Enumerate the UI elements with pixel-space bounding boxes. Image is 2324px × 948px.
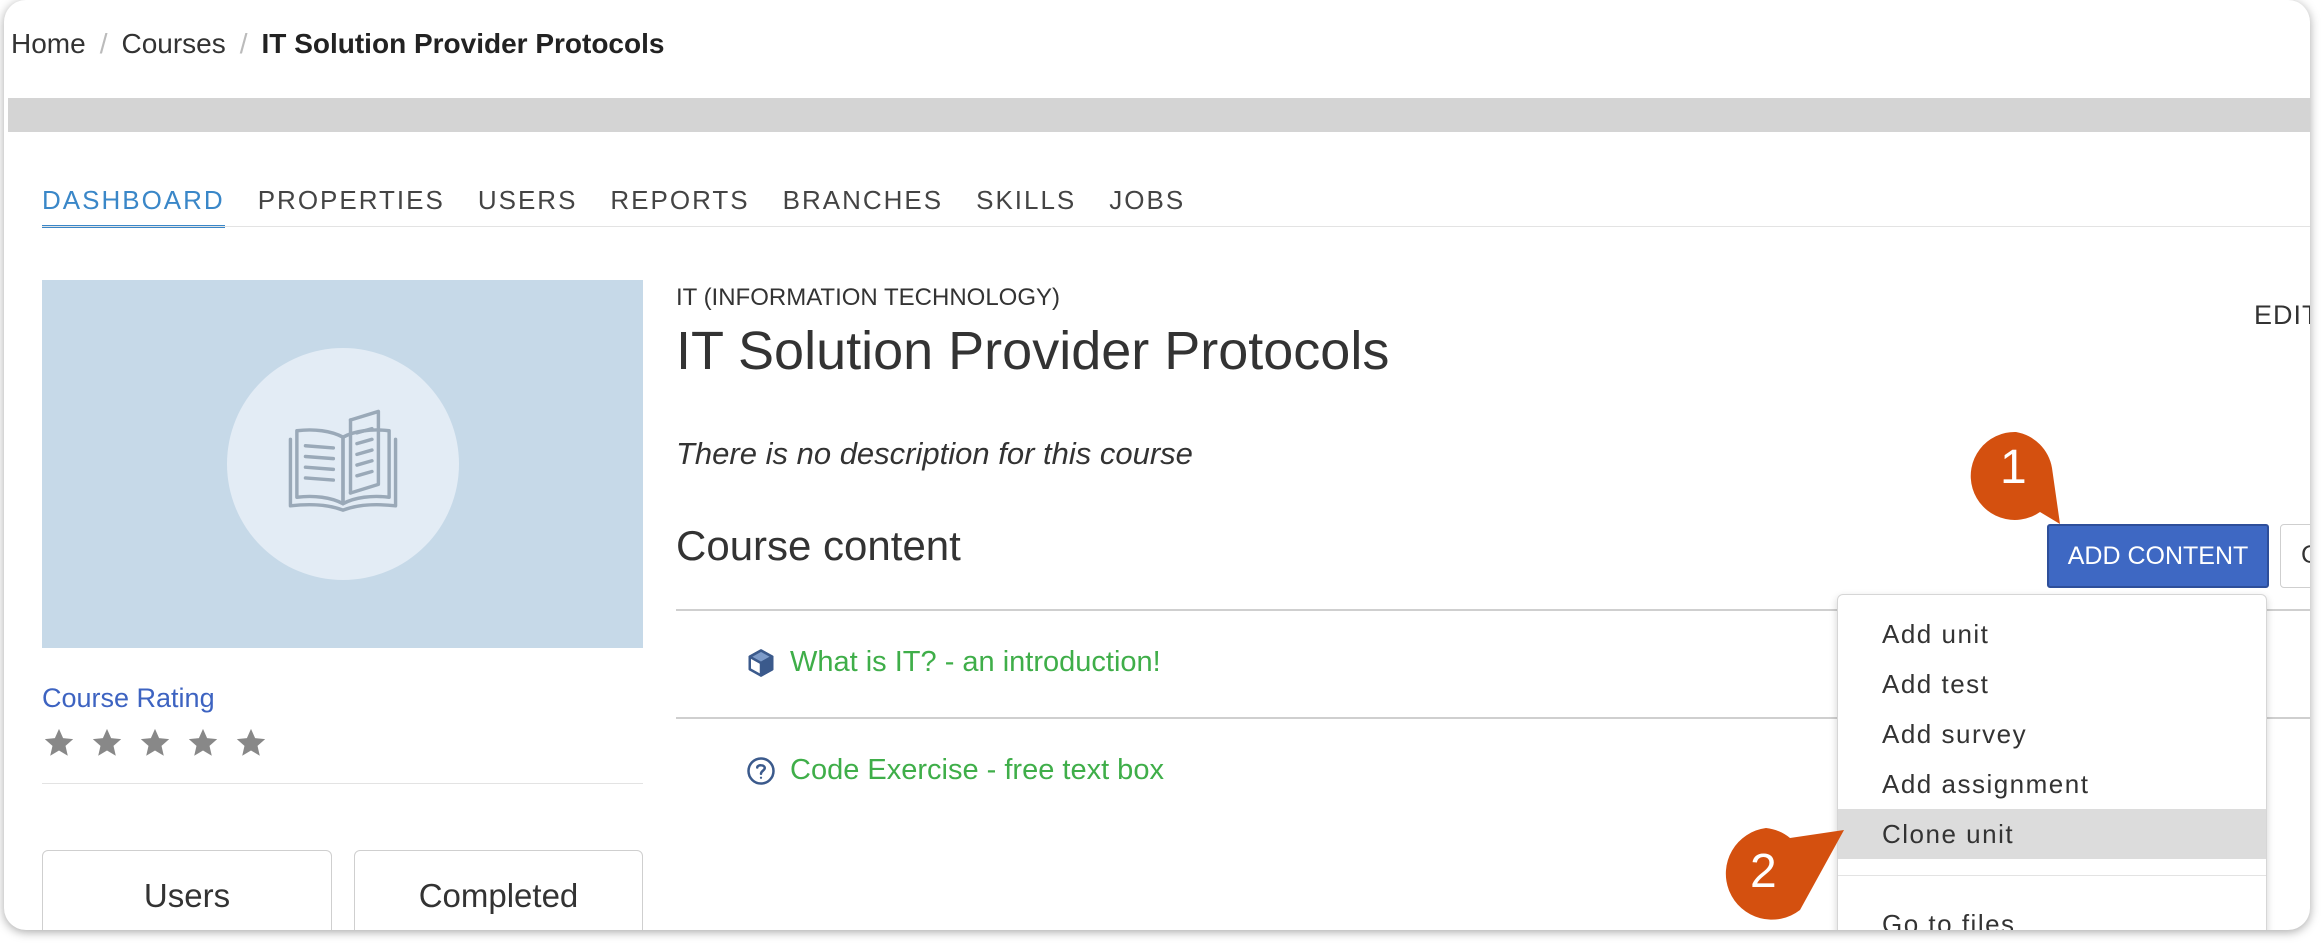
- course-title: IT Solution Provider Protocols: [676, 321, 1390, 381]
- tab-skills[interactable]: SKILLS: [976, 180, 1076, 228]
- callout-bubble-icon: [1725, 828, 1844, 920]
- course-thumbnail[interactable]: [42, 280, 643, 648]
- step-callout-2: 2: [1716, 824, 1856, 924]
- thumbnail-circle: [227, 348, 459, 580]
- cube-icon: [748, 648, 774, 677]
- tab-reports[interactable]: REPORTS: [610, 180, 749, 228]
- tabs-divider: [42, 226, 2310, 227]
- secondary-action-button[interactable]: C: [2280, 524, 2310, 588]
- menu-item-clone-unit[interactable]: Clone unit: [1838, 809, 2266, 859]
- tab-users[interactable]: USERS: [478, 180, 578, 228]
- breadcrumb-current: IT Solution Provider Protocols: [261, 28, 665, 59]
- breadcrumb: Home / Courses / IT Solution Provider Pr…: [11, 24, 664, 64]
- open-book-icon: [288, 409, 398, 512]
- star-icon[interactable]: [186, 726, 220, 760]
- breadcrumb-home[interactable]: Home: [11, 28, 86, 60]
- step-callout-1: 1: [1968, 428, 2078, 528]
- menu-item-go-to-files[interactable]: Go to files: [1838, 899, 2266, 930]
- menu-item-add-unit[interactable]: Add unit: [1838, 609, 2266, 659]
- header-divider-bar: [8, 98, 2310, 132]
- users-stat-label: Users: [143, 877, 231, 914]
- course-description: There is no description for this course: [676, 436, 1193, 471]
- completed-stat-label: Completed: [418, 877, 579, 914]
- menu-item-add-survey[interactable]: Add survey: [1838, 709, 2266, 759]
- breadcrumb-separator: /: [239, 28, 248, 59]
- app-window: Home / Courses / IT Solution Provider Pr…: [4, 0, 2310, 930]
- tab-branches[interactable]: BRANCHES: [783, 180, 943, 228]
- course-content-heading: Course content: [676, 522, 961, 569]
- tab-properties[interactable]: PROPERTIES: [258, 180, 445, 228]
- rating-stars[interactable]: [42, 726, 268, 760]
- menu-divider: [1838, 875, 2266, 876]
- question-circle-icon: [747, 756, 775, 785]
- tab-dashboard[interactable]: DASHBOARD: [42, 180, 225, 228]
- completed-stat-card[interactable]: Completed: [354, 850, 643, 930]
- star-icon[interactable]: [138, 726, 172, 760]
- breadcrumb-courses[interactable]: Courses: [121, 28, 225, 60]
- edit-link[interactable]: EDIT: [2254, 300, 2310, 331]
- content-unit-item[interactable]: Code Exercise - free text box: [746, 754, 1164, 787]
- callout-number: 1: [2000, 441, 2027, 494]
- star-icon[interactable]: [234, 726, 268, 760]
- menu-item-add-assignment[interactable]: Add assignment: [1838, 759, 2266, 809]
- star-icon[interactable]: [42, 726, 76, 760]
- unit-title[interactable]: Code Exercise - free text box: [790, 754, 1164, 787]
- add-content-button[interactable]: ADD CONTENT: [2047, 524, 2269, 588]
- rating-divider: [42, 783, 643, 784]
- breadcrumb-separator: /: [99, 28, 108, 59]
- star-icon[interactable]: [90, 726, 124, 760]
- course-rating-label: Course Rating: [42, 683, 215, 713]
- unit-title[interactable]: What is IT? - an introduction!: [790, 646, 1161, 679]
- callout-number: 2: [1750, 845, 1777, 898]
- menu-item-add-test[interactable]: Add test: [1838, 659, 2266, 709]
- course-category: IT (INFORMATION TECHNOLOGY): [676, 284, 1061, 311]
- tab-jobs[interactable]: JOBS: [1109, 180, 1185, 228]
- course-tabs: DASHBOARD PROPERTIES USERS REPORTS BRANC…: [42, 180, 1185, 228]
- content-unit-item[interactable]: What is IT? - an introduction!: [746, 646, 1161, 679]
- add-content-dropdown: Add unit Add test Add survey Add assignm…: [1837, 594, 2267, 930]
- users-stat-card[interactable]: Users: [42, 850, 332, 930]
